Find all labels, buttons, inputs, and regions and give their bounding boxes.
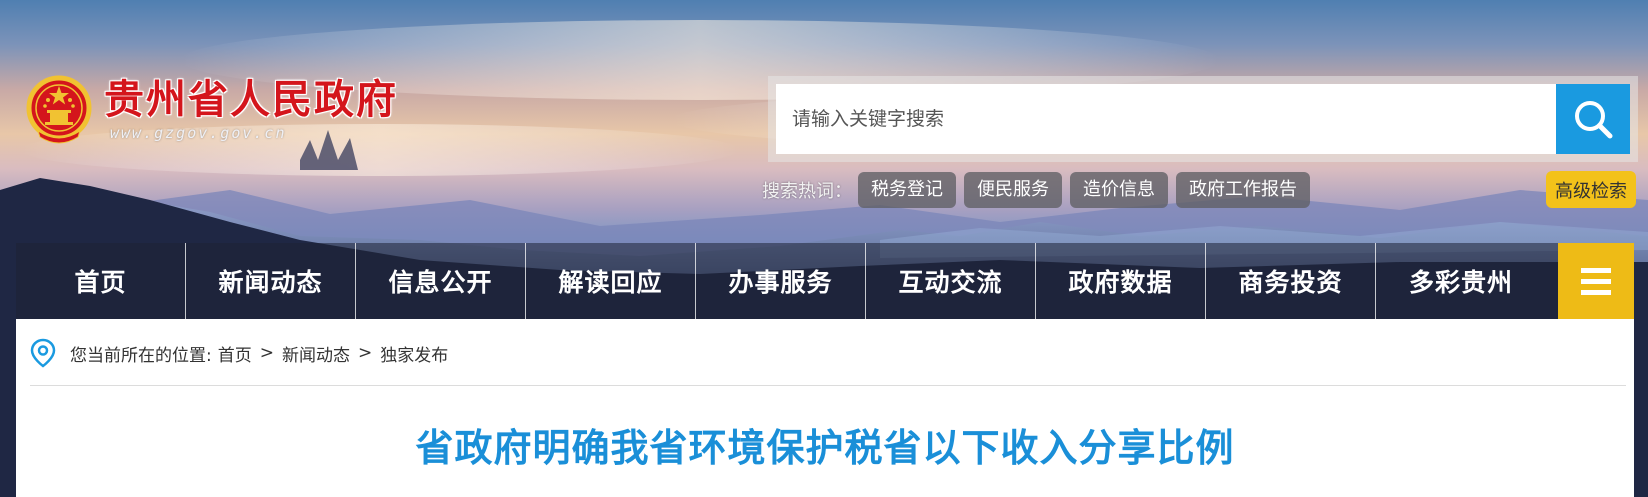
- search-input[interactable]: [776, 84, 1556, 154]
- hamburger-menu-icon[interactable]: [1558, 243, 1634, 319]
- national-emblem-icon: [26, 75, 92, 144]
- site-logo[interactable]: 贵州省人民政府 www.gzgov.gov.cn: [24, 70, 398, 150]
- search-button[interactable]: [1556, 84, 1630, 154]
- breadcrumb-separator: >: [259, 343, 274, 363]
- site-url: www.gzgov.gov.cn: [110, 124, 287, 142]
- content-panel: 您当前所在的位置: 首页 > 新闻动态 > 独家发布 省政府明确我省环境保护税省…: [16, 319, 1634, 497]
- main-nav: 首页 新闻动态 信息公开 解读回应 办事服务 互动交流 政府数据 商务投资 多彩…: [16, 243, 1634, 319]
- breadcrumb: 您当前所在的位置: 首页 > 新闻动态 > 独家发布: [30, 337, 448, 369]
- article-title: 省政府明确我省环境保护税省以下收入分享比例: [415, 426, 1235, 470]
- nav-item-interaction[interactable]: 互动交流: [866, 243, 1036, 319]
- breadcrumb-item-exclusive[interactable]: 独家发布: [380, 341, 448, 366]
- nav-item-home[interactable]: 首页: [16, 243, 186, 319]
- breadcrumb-item-news[interactable]: 新闻动态: [282, 341, 350, 366]
- hot-tag-public-services[interactable]: 便民服务: [964, 172, 1062, 208]
- location-pin-icon: [30, 338, 56, 368]
- breadcrumb-item-home[interactable]: 首页: [218, 341, 252, 366]
- nav-item-info-disclosure[interactable]: 信息公开: [356, 243, 526, 319]
- advanced-search-button[interactable]: 高级检索: [1546, 171, 1636, 208]
- breadcrumb-separator: >: [357, 343, 373, 363]
- hot-search-terms: 搜索热词： 税务登记 便民服务 造价信息 政府工作报告: [762, 172, 1318, 208]
- nav-item-services[interactable]: 办事服务: [696, 243, 866, 319]
- nav-item-news[interactable]: 新闻动态: [186, 243, 356, 319]
- breadcrumb-prefix: 您当前所在的位置:: [70, 345, 212, 366]
- search-bar: [768, 76, 1638, 162]
- hot-tag-tax-registration[interactable]: 税务登记: [858, 172, 956, 208]
- site-title: 贵州省人民政府: [104, 76, 398, 123]
- hot-tag-work-report[interactable]: 政府工作报告: [1176, 172, 1310, 208]
- hot-tag-cost-info[interactable]: 造价信息: [1070, 172, 1168, 208]
- nav-item-colorful-guizhou[interactable]: 多彩贵州: [1376, 243, 1546, 319]
- hot-search-label: 搜索热词：: [762, 181, 852, 202]
- nav-item-interpretation[interactable]: 解读回应: [526, 243, 696, 319]
- nav-item-business-investment[interactable]: 商务投资: [1206, 243, 1376, 319]
- breadcrumb-divider: [30, 385, 1626, 386]
- search-icon: [1575, 101, 1613, 139]
- nav-item-gov-data[interactable]: 政府数据: [1036, 243, 1206, 319]
